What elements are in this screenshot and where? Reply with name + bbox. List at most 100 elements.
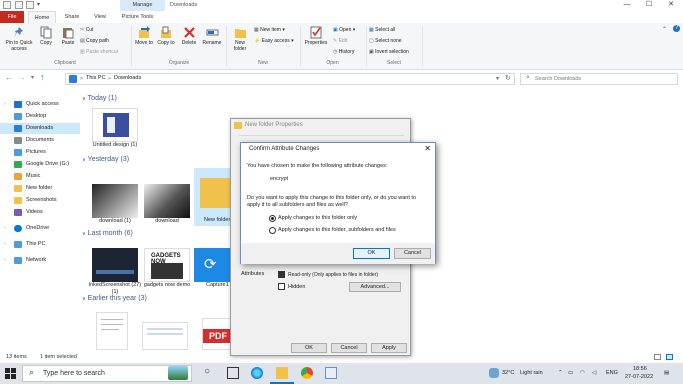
folder-only-radio[interactable] bbox=[269, 215, 276, 222]
file-item[interactable] bbox=[96, 312, 128, 350]
readonly-checkbox[interactable] bbox=[278, 271, 285, 278]
cancel-button[interactable]: Cancel bbox=[331, 343, 367, 353]
rename-button[interactable]: Rename bbox=[201, 26, 223, 46]
nav-item-videos[interactable]: Videos bbox=[0, 207, 80, 218]
app-window-icon[interactable] bbox=[325, 367, 337, 379]
manage-context-tab[interactable]: Manage bbox=[120, 0, 165, 11]
easy-access-button[interactable]: ⚡ Easy access ▾ bbox=[254, 38, 294, 44]
nav-item-this-pc[interactable]: › This PC bbox=[0, 239, 80, 250]
search-highlight-icon[interactable] bbox=[168, 366, 188, 380]
file-item[interactable]: GADGETS NOW gadgets now demo bbox=[142, 248, 192, 289]
ok-button[interactable]: OK bbox=[291, 343, 327, 353]
group-today-header[interactable]: ∨ Today (1) bbox=[82, 95, 117, 102]
copy-to-button[interactable]: Copy to bbox=[156, 26, 176, 46]
nav-item-onedrive[interactable]: › OneDrive bbox=[0, 223, 80, 234]
paste-shortcut-button[interactable]: ▥ Paste shortcut bbox=[80, 49, 118, 55]
folder-subfolders-radio[interactable] bbox=[269, 227, 276, 234]
folder-only-label[interactable]: Apply changes to this folder only bbox=[278, 215, 357, 222]
maximize-button[interactable]: ☐ bbox=[639, 0, 659, 11]
nav-item-music[interactable]: Music bbox=[0, 171, 80, 182]
cancel-button[interactable]: Cancel bbox=[394, 248, 431, 259]
cut-button[interactable]: ✂ Cut bbox=[80, 27, 93, 33]
new-item-button[interactable]: ▦ New item ▾ bbox=[254, 27, 285, 33]
search-input[interactable]: Search Downloads bbox=[520, 73, 678, 85]
new-folder-quick-icon[interactable] bbox=[26, 1, 34, 9]
forward-arrow-icon[interactable]: → bbox=[18, 73, 26, 82]
open-button[interactable]: ▣ Open ▾ bbox=[333, 27, 355, 33]
up-arrow-icon[interactable]: ↑ bbox=[40, 72, 45, 82]
language-indicator[interactable]: ENG bbox=[606, 370, 618, 377]
history-button[interactable]: ◷ History bbox=[333, 49, 354, 55]
battery-icon[interactable]: ▭ bbox=[568, 370, 573, 377]
weather-condition[interactable]: Light rain bbox=[520, 370, 543, 377]
minimize-button[interactable]: — bbox=[617, 0, 637, 11]
apply-button[interactable]: Apply bbox=[371, 343, 407, 353]
tab-home[interactable]: Home bbox=[28, 11, 56, 23]
nav-item-documents[interactable]: Documents bbox=[0, 135, 80, 146]
invert-selection-button[interactable]: ▣ Invert selection bbox=[369, 49, 409, 55]
breadcrumb-this-pc[interactable]: This PC bbox=[86, 75, 106, 81]
nav-item-google-drive[interactable]: Google Drive (G:) bbox=[0, 159, 80, 170]
move-to-button[interactable]: Move to bbox=[134, 26, 154, 46]
nav-item-pictures[interactable]: Pictures bbox=[0, 147, 80, 158]
group-last-month-header[interactable]: ∨ Last month (6) bbox=[82, 230, 133, 237]
new-folder-button[interactable]: New folder bbox=[229, 26, 251, 52]
cortana-icon[interactable]: ○ bbox=[204, 366, 210, 377]
help-icon[interactable]: ? bbox=[673, 25, 680, 32]
notifications-icon[interactable]: ▤ bbox=[664, 370, 669, 377]
group-earlier-header[interactable]: ∨ Earlier this year (3) bbox=[82, 295, 147, 302]
expand-chevron-icon[interactable]: › bbox=[4, 223, 6, 234]
nav-item-network[interactable]: › Network bbox=[0, 255, 80, 266]
nav-item-desktop[interactable]: Desktop bbox=[0, 111, 80, 122]
clock-time[interactable]: 18:56 bbox=[633, 366, 647, 373]
details-view-icon[interactable] bbox=[654, 354, 661, 360]
ribbon-collapse-chevron-icon[interactable]: ⌃ bbox=[662, 26, 667, 33]
file-item[interactable]: Untitled design (1) bbox=[90, 108, 140, 149]
refresh-icon[interactable]: ↻ bbox=[505, 74, 511, 82]
expand-chevron-icon[interactable]: › bbox=[4, 255, 6, 266]
copy-button[interactable]: Copy bbox=[37, 26, 55, 46]
edit-button[interactable]: ✎ Edit bbox=[333, 38, 347, 44]
wifi-icon[interactable]: ◠ bbox=[580, 370, 585, 377]
taskbar-search-input[interactable]: Type here to search bbox=[22, 365, 192, 382]
file-item[interactable]: PDF bbox=[202, 318, 233, 350]
paste-button[interactable]: Paste bbox=[58, 26, 78, 46]
chrome-browser-icon[interactable] bbox=[301, 367, 313, 379]
file-item[interactable]: download (1) bbox=[90, 184, 140, 225]
properties-button[interactable]: Properties bbox=[302, 26, 330, 46]
properties-quick-icon[interactable] bbox=[15, 1, 23, 9]
breadcrumb-downloads[interactable]: Downloads bbox=[114, 75, 141, 81]
folder-subfolders-label[interactable]: Apply changes to this folder, subfolders… bbox=[278, 227, 396, 234]
nav-item-new-folder[interactable]: New folder bbox=[0, 183, 80, 194]
quick-access-dropdown-icon[interactable]: ▾ bbox=[37, 1, 40, 8]
file-item-selected[interactable]: New folder bbox=[194, 168, 234, 226]
nav-item-quick-access[interactable]: › Quick access bbox=[0, 99, 80, 110]
file-item[interactable]: download bbox=[142, 184, 192, 225]
address-box[interactable]: > This PC > Downloads ▾ ↻ bbox=[65, 73, 515, 85]
hidden-checkbox[interactable] bbox=[278, 283, 285, 290]
dialog-close-button[interactable]: ✕ bbox=[424, 144, 431, 153]
pin-to-quick-access-button[interactable]: Pin to Quick access bbox=[3, 26, 35, 52]
back-arrow-icon[interactable]: ← bbox=[5, 73, 13, 82]
nav-item-downloads[interactable]: Downloads bbox=[0, 123, 80, 134]
nav-item-screenshots[interactable]: Screenshots bbox=[0, 195, 80, 206]
collapse-chevron-icon[interactable]: ∨ bbox=[82, 296, 86, 302]
weather-cloud-icon[interactable] bbox=[489, 368, 499, 378]
tab-picture-tools[interactable]: Picture Tools bbox=[115, 11, 160, 23]
task-view-icon[interactable] bbox=[227, 367, 239, 379]
address-dropdown-icon[interactable]: ▾ bbox=[496, 75, 499, 82]
clock-date[interactable]: 27-07-2022 bbox=[625, 374, 653, 381]
tab-view[interactable]: View bbox=[86, 11, 114, 23]
tab-file[interactable]: File bbox=[0, 11, 24, 23]
recent-locations-chevron-icon[interactable]: ▾ bbox=[31, 74, 34, 81]
show-hidden-icons-chevron-icon[interactable]: ⌃ bbox=[558, 370, 563, 377]
expand-chevron-icon[interactable]: › bbox=[4, 99, 6, 110]
weather-temperature[interactable]: 32°C bbox=[502, 370, 514, 377]
collapse-chevron-icon[interactable]: ∨ bbox=[82, 231, 86, 237]
volume-icon[interactable]: ◁ bbox=[592, 370, 596, 377]
tab-share[interactable]: Share bbox=[58, 11, 86, 23]
advanced-button[interactable]: Advanced... bbox=[349, 282, 401, 292]
collapse-chevron-icon[interactable]: ∨ bbox=[82, 157, 86, 163]
select-all-button[interactable]: ▦ Select all bbox=[369, 27, 395, 33]
edge-browser-icon[interactable] bbox=[251, 367, 263, 379]
